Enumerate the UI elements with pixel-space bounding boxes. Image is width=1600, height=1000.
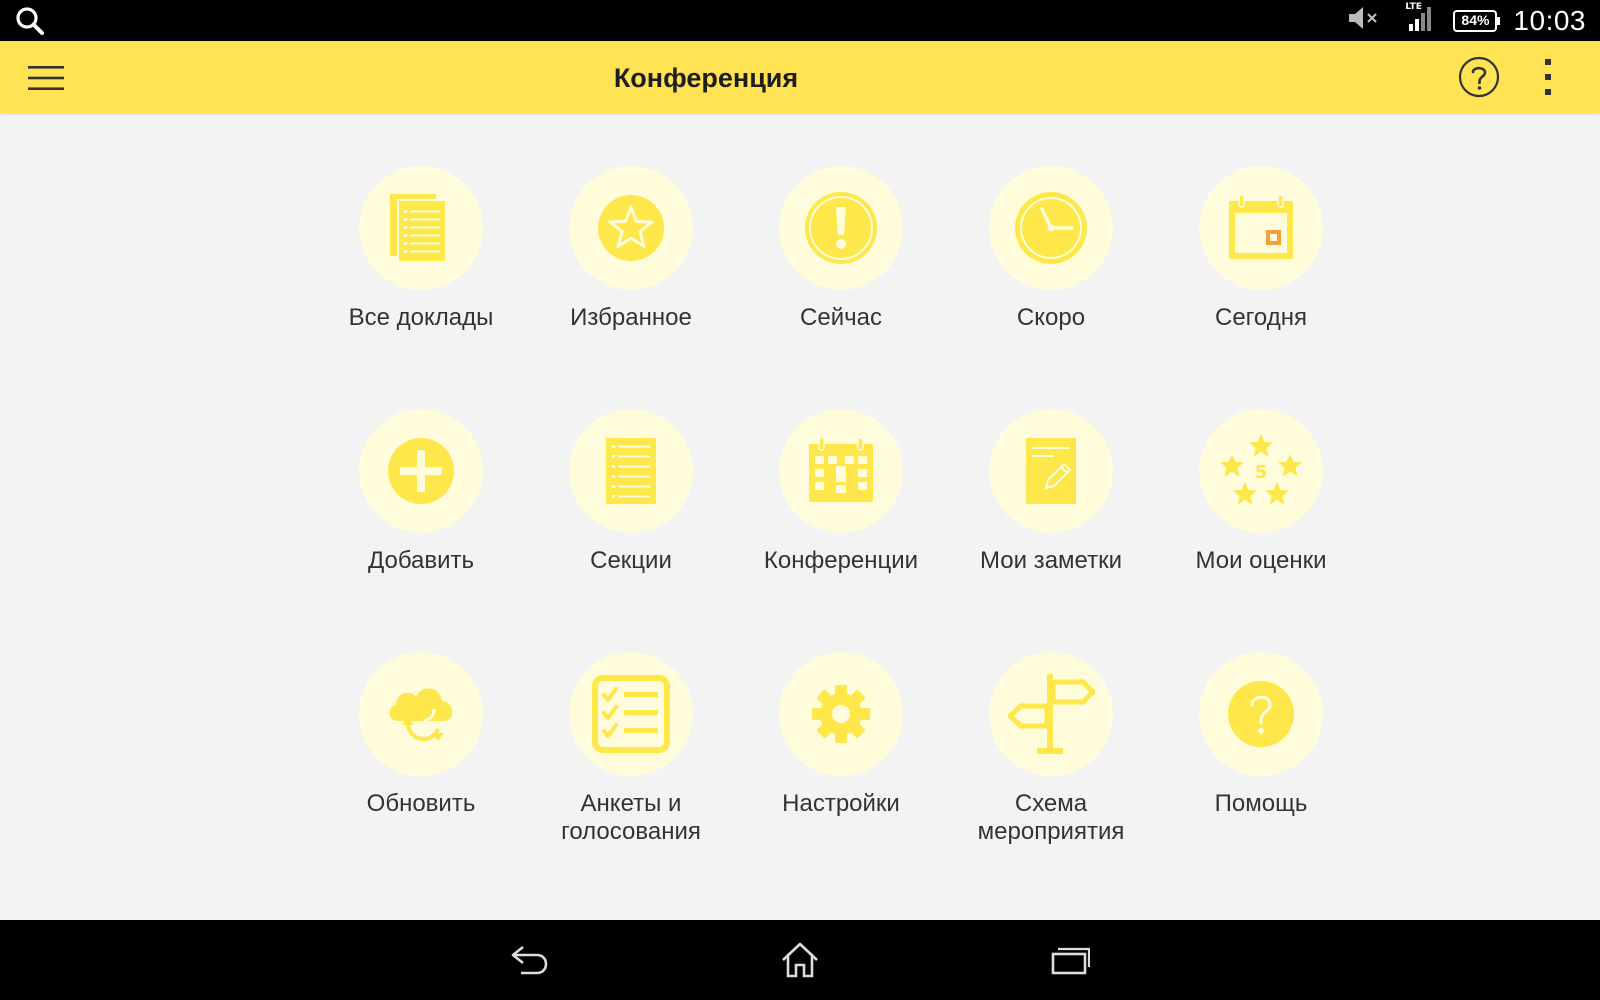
app-bar: Конференция <box>0 41 1600 113</box>
tile-label: Анкеты и голосования <box>561 790 701 845</box>
search-icon[interactable] <box>14 5 46 42</box>
plus-icon <box>359 409 483 533</box>
tile-surveys[interactable]: Анкеты и голосования <box>526 652 736 895</box>
tile-soon[interactable]: Скоро <box>946 166 1156 409</box>
exclamation-icon <box>779 166 903 290</box>
rating-stars-icon: 5 <box>1199 409 1323 533</box>
cloud-sync-icon <box>359 652 483 776</box>
calendar-event-icon <box>779 409 903 533</box>
system-nav-bar <box>0 920 1600 1000</box>
signal-icon: LTE <box>1403 2 1435 37</box>
tile-label: Мои заметки <box>980 547 1122 574</box>
overflow-menu-icon[interactable] <box>1538 57 1558 99</box>
tile-conferences[interactable]: Конференции <box>736 409 946 652</box>
clock-icon <box>989 166 1113 290</box>
documents-icon <box>359 166 483 290</box>
tile-event-map[interactable]: Схема мероприятия <box>946 652 1156 895</box>
page-title: Конференция <box>613 63 799 93</box>
tile-label: Скоро <box>1016 304 1086 331</box>
tile-label: Добавить <box>367 547 475 574</box>
tile-label: Секции <box>590 547 672 574</box>
menu-grid: Все доклады Избранное Сейчас Скоро Сегод… <box>316 166 1366 895</box>
recent-apps-icon[interactable] <box>1040 940 1100 980</box>
battery-icon: 84% <box>1453 9 1501 33</box>
tile-label: Избранное <box>570 304 692 331</box>
tile-my-notes[interactable]: Мои заметки <box>946 409 1156 652</box>
clock-time: 10:03 <box>1513 4 1586 36</box>
tile-settings[interactable]: Настройки <box>736 652 946 895</box>
tile-label: Все доклады <box>348 304 494 331</box>
tile-favorites[interactable]: Избранное <box>526 166 736 409</box>
tile-add[interactable]: Добавить <box>316 409 526 652</box>
tile-all-reports[interactable]: Все доклады <box>316 166 526 409</box>
back-icon[interactable] <box>501 940 561 980</box>
tile-today[interactable]: Сегодня <box>1156 166 1366 409</box>
tile-help[interactable]: Помощь <box>1156 652 1366 895</box>
tile-label: Настройки <box>782 790 900 817</box>
tile-label: Конференции <box>763 547 919 574</box>
tile-refresh[interactable]: Обновить <box>316 652 526 895</box>
signpost-icon <box>989 652 1113 776</box>
notepad-icon <box>989 409 1113 533</box>
battery-level: 84% <box>1461 11 1490 28</box>
list-icon <box>569 409 693 533</box>
tile-label: Помощь <box>1214 790 1308 817</box>
tile-label: Сейчас <box>800 304 882 331</box>
calendar-today-icon <box>1199 166 1323 290</box>
tile-label: Обновить <box>366 790 476 817</box>
help-circle-icon[interactable] <box>1458 56 1500 98</box>
network-type: LTE <box>1405 2 1422 12</box>
tile-now[interactable]: Сейчас <box>736 166 946 409</box>
star-icon <box>569 166 693 290</box>
home-icon[interactable] <box>770 940 830 980</box>
checklist-icon <box>569 652 693 776</box>
status-bar: LTE 84% 10:03 <box>0 0 1600 41</box>
tile-my-ratings[interactable]: 5 Мои оценки <box>1156 409 1366 652</box>
help-icon <box>1199 652 1323 776</box>
tile-label: Сегодня <box>1215 304 1307 331</box>
mute-icon <box>1347 5 1381 36</box>
tile-sections[interactable]: Секции <box>526 409 736 652</box>
rating-badge: 5 <box>1255 462 1268 483</box>
gear-icon <box>779 652 903 776</box>
tile-label: Мои оценки <box>1195 547 1327 574</box>
tile-label: Схема мероприятия <box>977 790 1125 845</box>
